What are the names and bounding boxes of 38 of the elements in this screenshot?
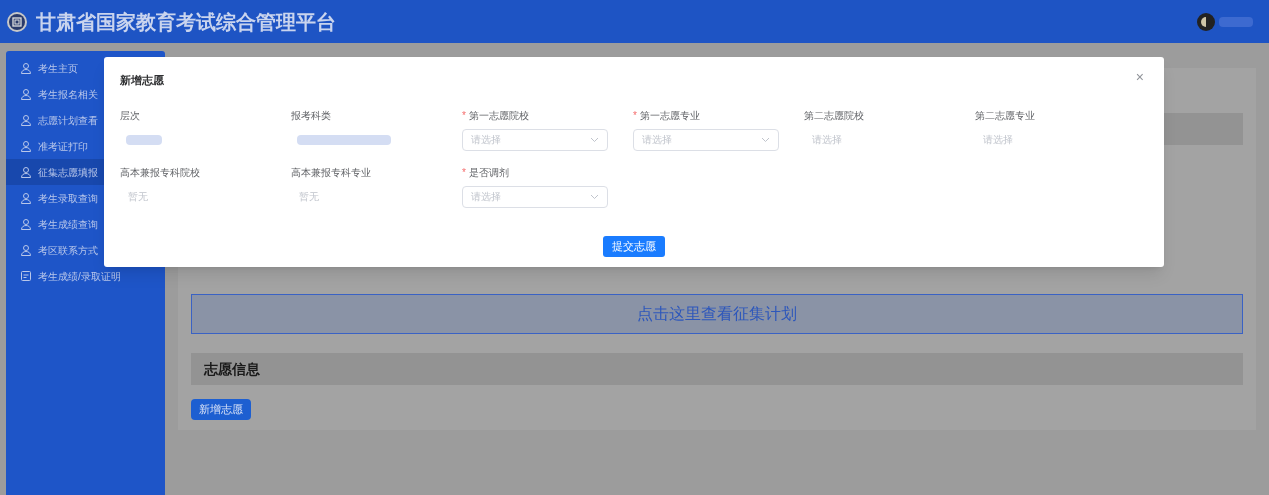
user-icon [20,62,32,74]
user-icon [20,140,32,152]
user-icon [20,244,32,256]
blurred-username [1219,16,1253,27]
required-mark: * [462,166,466,180]
plan-link-button[interactable]: 点击这里查看征集计划 [191,294,1243,334]
field-label: 第二志愿院校 [804,109,864,123]
user-icon [20,218,32,230]
sidebar-item[interactable]: 考生成绩查询 [6,211,165,237]
sidebar-item[interactable]: 考区联系方式 [6,237,165,263]
field-label: 报考科类 [291,109,331,123]
blurred-value [126,134,162,145]
required-mark: * [633,109,637,123]
field-label: 第一志愿院校 [468,109,529,123]
close-button[interactable]: × [1135,70,1144,84]
chevron-down-icon [761,136,770,143]
sidebar-item[interactable]: 准考证打印 [6,133,165,159]
field-label: 高本兼报专科专业 [291,166,371,180]
avatar[interactable] [1197,12,1215,31]
submit-button[interactable]: 提交志愿 [603,235,665,257]
emblem-logo [6,10,28,33]
chevron-down-icon [590,136,599,143]
user-icon [20,166,32,178]
sidebar-item[interactable]: 考生成绩/录取证明 [6,263,165,289]
required-mark: * [462,109,466,123]
field-label: 层次 [120,109,140,123]
site-title: 甘肃省国家教育考试综合管理平台 [36,9,336,35]
user-icon [20,192,32,204]
field-label: 第一志愿专业 [639,109,700,123]
user-icon [20,88,32,100]
field-label: 第二志愿专业 [975,109,1035,123]
user-icon [20,114,32,126]
chevron-down-icon [590,193,599,200]
dialog-title: 新增志愿 [120,73,164,88]
field-label: 是否调剂 [468,166,509,180]
add-button[interactable]: 新增志愿 [191,398,251,420]
document-icon [20,270,32,282]
section-title: 志愿信息 [204,359,260,379]
